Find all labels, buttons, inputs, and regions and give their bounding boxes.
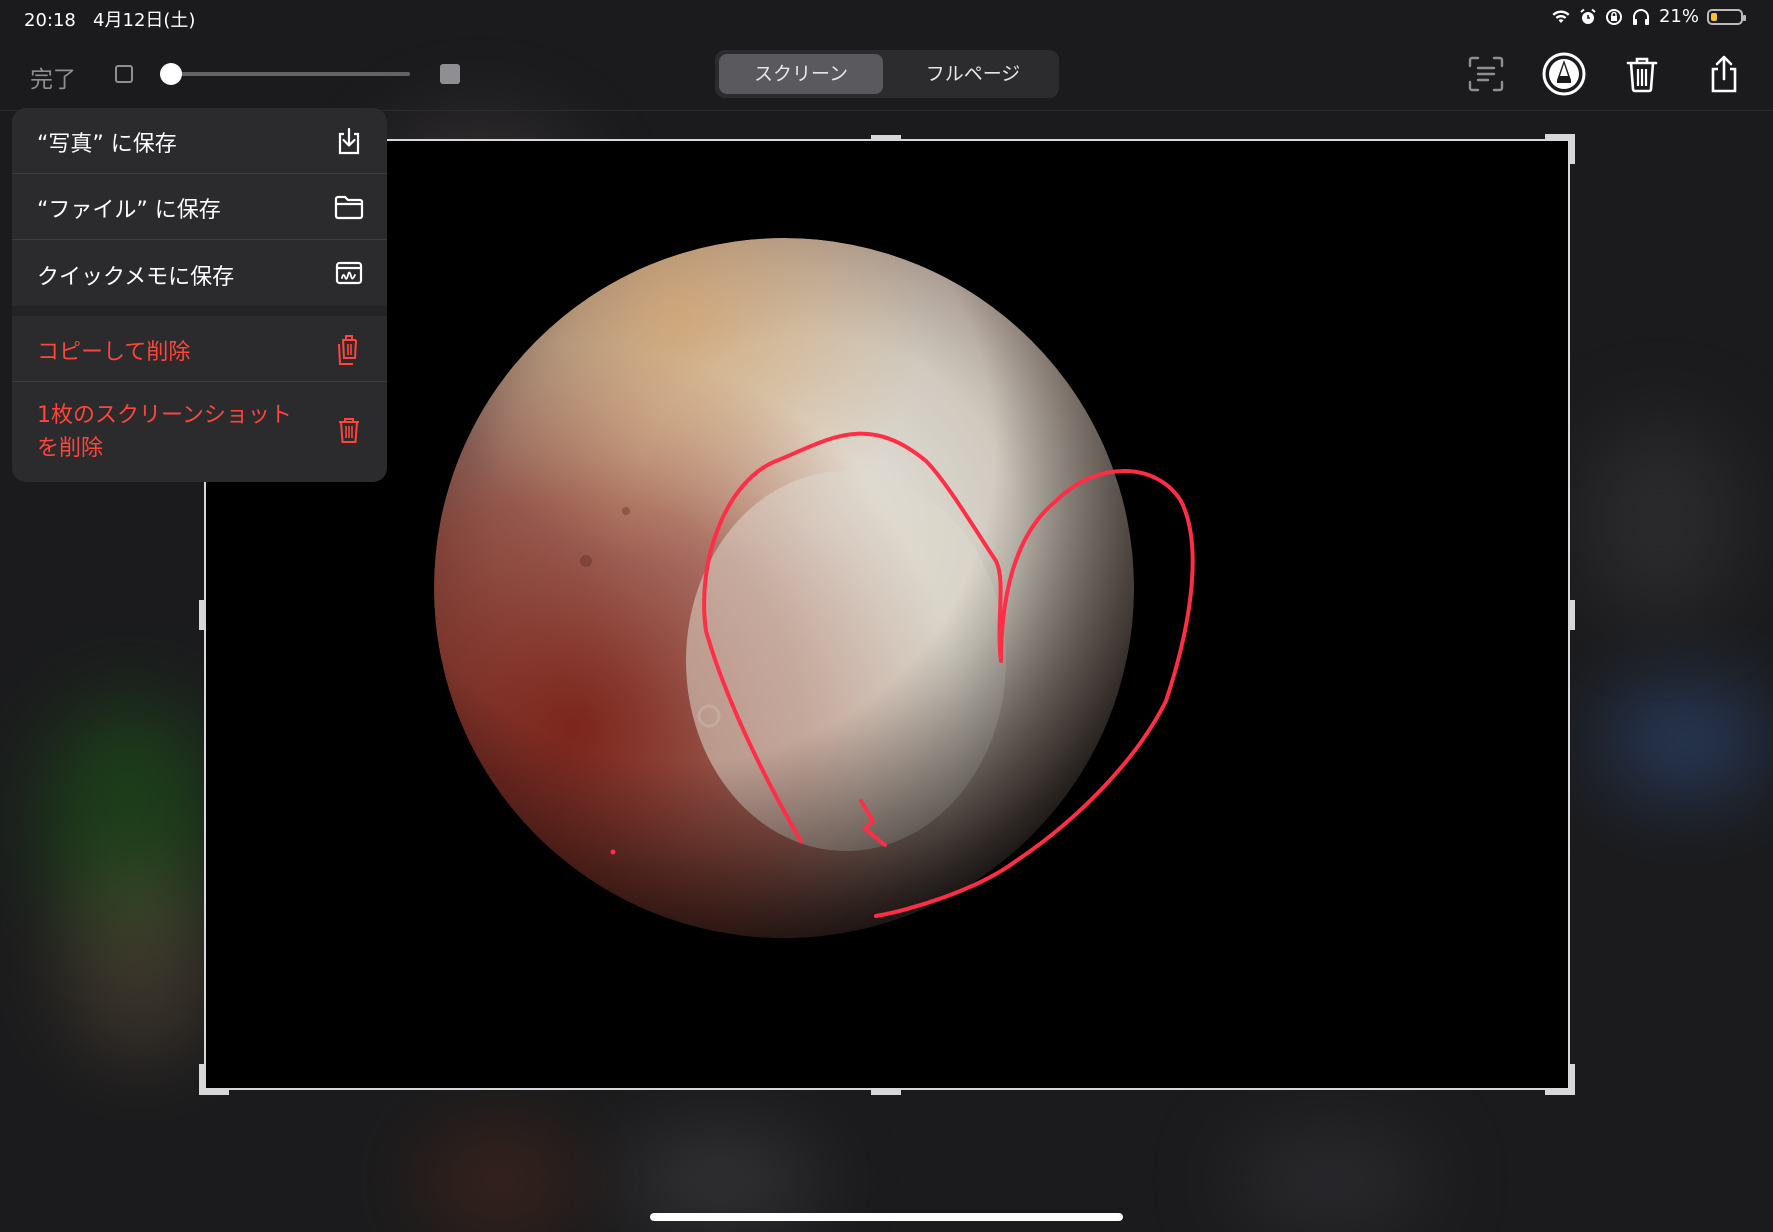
save-to-photos-icon [338,127,360,155]
crop-handle-top-center[interactable] [871,135,901,140]
battery-icon [1707,8,1746,25]
menu-item-copy-and-delete[interactable]: コピーして削除 [12,316,387,381]
live-text-icon[interactable] [1466,54,1506,94]
alarm-icon [1580,8,1596,24]
wifi-icon [1552,9,1570,23]
trash-icon [339,418,359,443]
markup-icon[interactable] [1541,51,1587,97]
menu-item-save-to-photos[interactable]: “写真” に保存 [12,108,387,173]
capture-mode-segmented-control: スクリーン フルページ [715,50,1059,98]
home-indicator[interactable] [650,1213,1123,1221]
status-bar: 20:18 4月12日(土) 21% [0,0,1773,36]
menu-item-label: クイックメモに保存 [37,265,235,290]
headphones-icon [1632,8,1649,25]
toolbar: 完了 スクリーン フルページ [0,40,1773,111]
save-menu: “写真” に保存 “ファイル” に保存 クイックメモに保存 コピーして削除 1枚… [12,108,387,482]
planet-image [206,141,1568,1088]
trash-icon[interactable] [1622,54,1662,94]
opacity-max-icon [440,64,460,84]
tab-full-page[interactable]: フルページ [891,54,1055,94]
menu-item-label: “ファイル” に保存 [37,198,221,223]
menu-item-delete-screenshot[interactable]: 1枚のスクリーンショット を削除 [12,382,387,482]
crop-handle-bottom-right-v[interactable] [1570,1064,1575,1095]
opacity-slider[interactable] [170,72,410,76]
opacity-slider-knob[interactable] [160,63,182,85]
status-date: 4月12日(土) [93,10,196,31]
orientation-lock-icon [1605,8,1622,25]
screenshot-preview[interactable] [204,139,1570,1090]
crop-handle-right-center[interactable] [1570,600,1575,630]
menu-item-label: コピーして削除 [37,340,191,365]
quick-note-icon [335,261,363,285]
tab-screen[interactable]: スクリーン [719,54,883,94]
crop-handle-left-center[interactable] [199,600,204,630]
share-icon[interactable] [1704,54,1744,94]
crop-handle-bottom-left-h[interactable] [199,1090,229,1095]
copy-delete-icon [338,335,357,365]
menu-item-label: “写真” に保存 [37,132,177,157]
status-time: 20:18 4月12日(土) [24,10,196,31]
folder-icon [334,195,364,220]
crop-handle-top-right-v[interactable] [1570,134,1575,164]
menu-item-save-to-quick-note[interactable]: クイックメモに保存 [12,240,387,306]
crop-handle-bottom-center[interactable] [871,1090,901,1095]
battery-percent: 21% [1658,6,1699,27]
menu-item-save-to-files[interactable]: “ファイル” に保存 [12,174,387,239]
opacity-min-icon [115,65,133,83]
done-button[interactable]: 完了 [30,60,76,94]
menu-item-label: 1枚のスクリーンショット を削除 [37,403,292,461]
